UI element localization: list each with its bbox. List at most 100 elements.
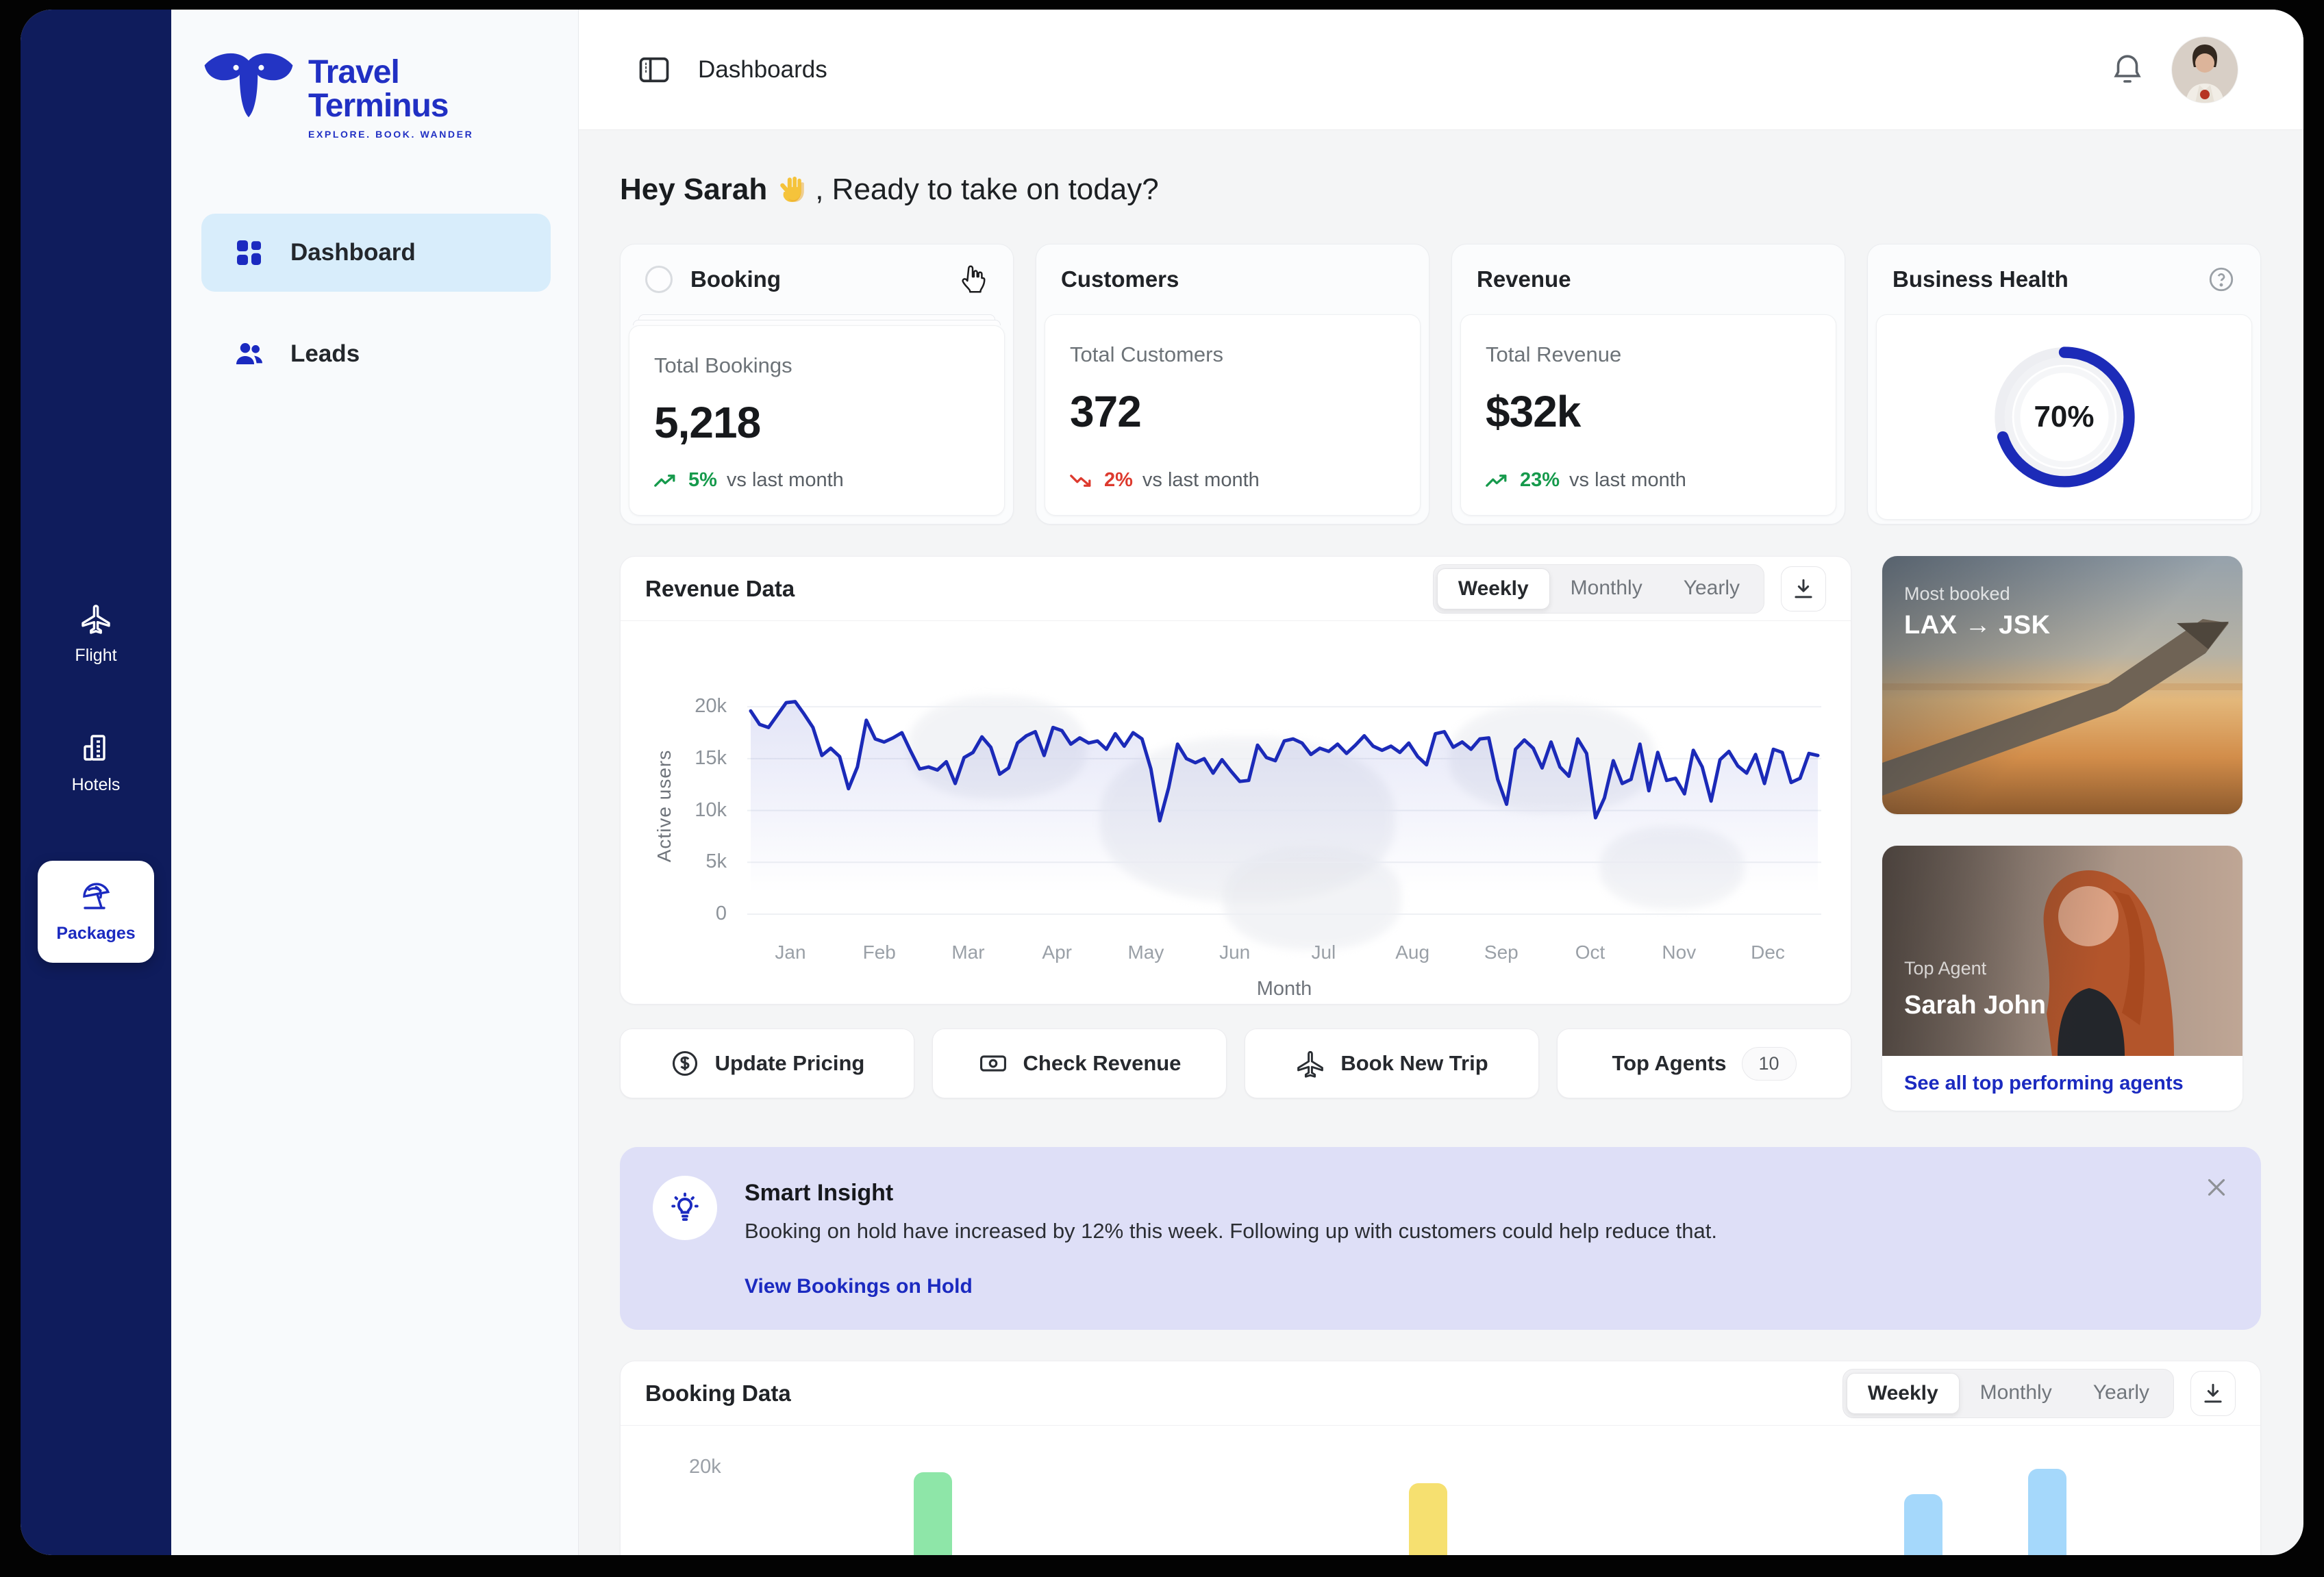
stat-label: Total Customers — [1070, 342, 1395, 367]
tab-weekly[interactable]: Weekly — [1847, 1373, 1960, 1414]
greeting-question: , Ready to take on today? — [815, 173, 1158, 207]
stat-card-header: Business Health — [1868, 244, 2260, 314]
y-axis-tick: 20k — [651, 695, 727, 718]
stat-card-title: Booking — [690, 266, 781, 292]
tab-yearly[interactable]: Yearly — [2073, 1373, 2170, 1414]
top-agent-card[interactable]: Top Agent Sarah John See all top perform… — [1882, 846, 2242, 1111]
x-axis-tick: Nov — [1662, 942, 1696, 963]
logo-line2: Terminus — [308, 90, 473, 123]
download-icon — [1790, 576, 1816, 602]
sidebar-item-leads[interactable]: Leads — [201, 315, 551, 393]
wave-emoji-icon — [775, 174, 807, 205]
stat-card-title: Customers — [1061, 266, 1179, 292]
book-new-trip-button[interactable]: Book New Trip — [1245, 1029, 1539, 1098]
x-axis-tick: Apr — [1042, 942, 1072, 963]
stat-card-business-health[interactable]: Business Health 70 — [1867, 244, 2261, 525]
view-bookings-on-hold-link[interactable]: View Bookings on Hold — [745, 1275, 973, 1298]
download-button[interactable] — [1781, 566, 1826, 611]
x-axis-tick: Dec — [1751, 942, 1785, 963]
help-circle-icon[interactable] — [2207, 265, 2236, 294]
stat-card-customers[interactable]: Customers Total Customers 372 2% vs last… — [1036, 244, 1429, 525]
right-column: Most booked LAX → JSK — [1882, 556, 2242, 1111]
booking-card-header: Booking Data Weekly Monthly Yearly — [621, 1361, 2260, 1426]
x-axis-tick: Sep — [1484, 942, 1519, 963]
y-axis-tick: 0 — [651, 903, 727, 925]
x-axis-tick: Jun — [1219, 942, 1250, 963]
mouse-cursor-icon — [957, 264, 988, 295]
y-axis-tick: 20k — [689, 1456, 721, 1478]
tab-weekly[interactable]: Weekly — [1437, 568, 1550, 609]
stat-delta: 5% vs last month — [654, 469, 844, 492]
delta-value: 23% — [1520, 469, 1560, 492]
y-axis-tick: 10k — [651, 799, 727, 822]
trend-up-icon — [1486, 472, 1510, 490]
health-donut: 70% — [1990, 342, 2139, 492]
section-title: Booking Data — [645, 1380, 791, 1406]
icon-rail: Flight Hotels Packages — [21, 10, 171, 1555]
x-axis-tick: Jul — [1311, 942, 1336, 963]
action-label: Book New Trip — [1340, 1051, 1488, 1076]
lightbulb-icon — [667, 1190, 703, 1226]
action-label: Update Pricing — [715, 1051, 865, 1076]
health-percent: 70% — [1990, 342, 2139, 492]
dollar-circle-icon — [670, 1048, 700, 1078]
stat-card-title: Business Health — [1892, 266, 2069, 292]
left-column: Revenue Data Weekly Monthly Yearly — [620, 556, 1851, 1111]
tab-monthly[interactable]: Monthly — [1960, 1373, 2073, 1414]
sidebar-item-dashboard[interactable]: Dashboard — [201, 214, 551, 292]
bar-jun — [1409, 1483, 1447, 1555]
x-axis-tick: May — [1127, 942, 1164, 963]
close-icon[interactable] — [2202, 1173, 2231, 1202]
section-title: Revenue Data — [645, 576, 795, 602]
tab-monthly[interactable]: Monthly — [1550, 568, 1663, 609]
building-icon — [79, 731, 112, 764]
stat-value: 5,218 — [654, 397, 979, 448]
plane-icon — [79, 602, 112, 635]
bar-nov — [2028, 1469, 2066, 1555]
bar-oct — [1904, 1494, 1942, 1555]
most-booked-card[interactable]: Most booked LAX → JSK — [1882, 556, 2242, 814]
see-all-agents-link[interactable]: See all top performing agents — [1882, 1056, 2242, 1111]
top-agents-button[interactable]: Top Agents 10 — [1557, 1029, 1851, 1098]
rail-item-packages[interactable]: Packages — [38, 861, 154, 963]
rail-item-hotels[interactable]: Hotels — [72, 731, 121, 795]
notification-bell-icon[interactable] — [2109, 51, 2146, 88]
grid-icon — [233, 236, 266, 269]
y-axis-tick: 5k — [651, 850, 727, 873]
panel-left-icon[interactable] — [636, 52, 672, 88]
screenshot-stage: Flight Hotels Packages Travel — [0, 0, 2324, 1577]
rail-item-flight[interactable]: Flight — [75, 602, 116, 666]
x-axis-label: Month — [1257, 978, 1312, 1000]
bulb-circle — [653, 1176, 717, 1240]
banknote-icon — [978, 1048, 1008, 1078]
check-revenue-button[interactable]: Check Revenue — [932, 1029, 1227, 1098]
rail-item-label: Packages — [56, 924, 135, 944]
delta-value: 5% — [688, 469, 717, 492]
stat-card-header: Booking — [621, 244, 1013, 314]
stat-card-booking[interactable]: Booking Total Bookings 5,218 5% vs last … — [620, 244, 1014, 525]
greeting-name: Hey Sarah — [620, 173, 767, 207]
plane-icon — [1295, 1048, 1325, 1078]
logo: Travel Terminus EXPLORE. BOOK. WANDER — [201, 49, 551, 140]
line-chart-svg — [747, 683, 1821, 929]
count-badge: 10 — [1742, 1047, 1797, 1081]
action-label: Check Revenue — [1023, 1051, 1182, 1076]
stat-card-body: Total Bookings 5,218 5% vs last month — [629, 325, 1005, 516]
stacked-card-edge — [633, 320, 1001, 325]
middle-row: Revenue Data Weekly Monthly Yearly — [620, 556, 2261, 1111]
stat-card-header: Customers — [1036, 244, 1429, 314]
stat-value: 372 — [1070, 386, 1395, 437]
quick-actions: Update Pricing Check Revenue Book New Tr… — [620, 1029, 1851, 1098]
bar-feb — [914, 1472, 952, 1555]
update-pricing-button[interactable]: Update Pricing — [620, 1029, 914, 1098]
stat-card-revenue[interactable]: Revenue Total Revenue $32k 23% vs last m… — [1451, 244, 1845, 525]
most-booked-tag: Most booked — [1904, 583, 2010, 605]
tab-yearly[interactable]: Yearly — [1663, 568, 1760, 609]
delta-value: 2% — [1104, 469, 1133, 492]
download-button[interactable] — [2190, 1371, 2236, 1416]
stat-card-title: Revenue — [1477, 266, 1571, 292]
revenue-chart: Active users 20k15k10k5k0 JanFebMarAprMa… — [621, 621, 1851, 1005]
x-axis-tick: Oct — [1575, 942, 1605, 963]
radio-icon[interactable] — [645, 266, 673, 293]
user-avatar[interactable] — [2172, 37, 2238, 103]
